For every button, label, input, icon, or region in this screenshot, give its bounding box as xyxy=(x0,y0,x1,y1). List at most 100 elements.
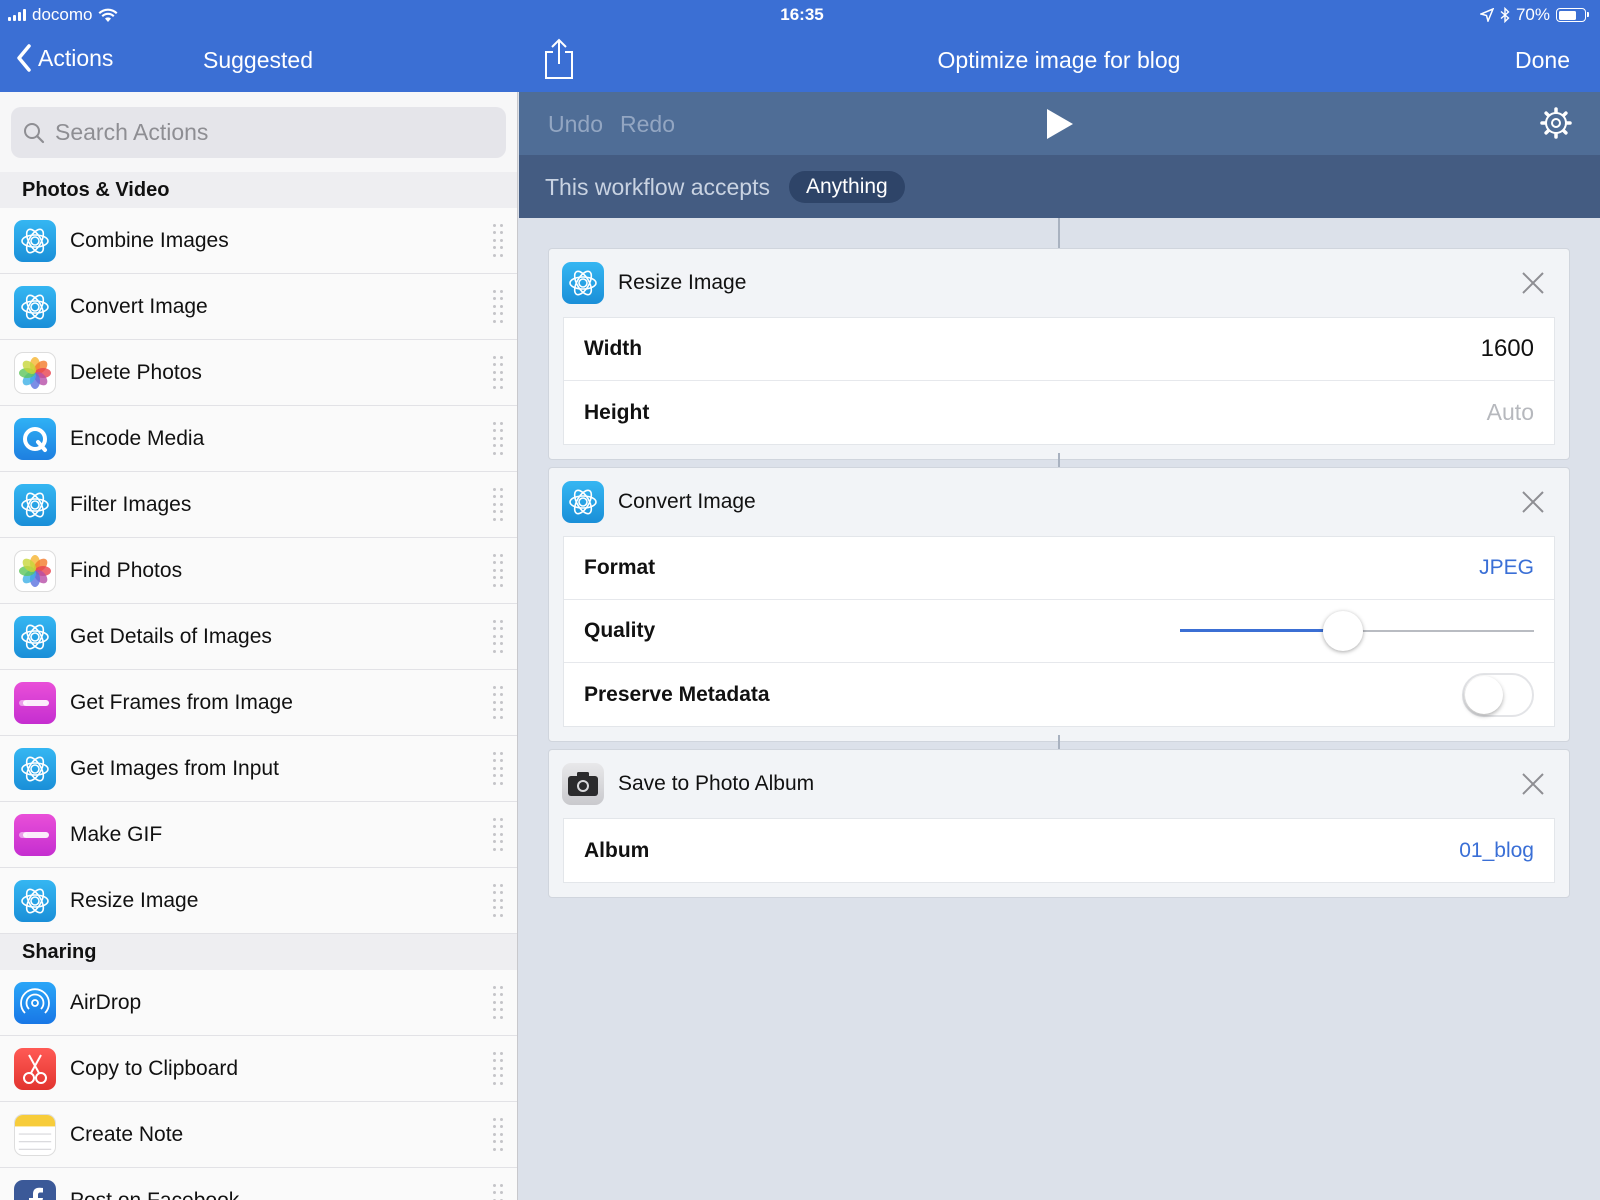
workflow-canvas: Resize Image Width 1600 Height Auto Conv… xyxy=(519,218,1600,1200)
search-container xyxy=(0,92,517,172)
action-item-make-gif[interactable]: Make GIF xyxy=(0,802,517,868)
drag-handle-icon[interactable] xyxy=(493,422,503,456)
parameters: Format JPEG Quality Preserve Metadata xyxy=(563,536,1555,727)
format-value[interactable]: JPEG xyxy=(1479,556,1534,580)
connector-line xyxy=(1058,218,1060,248)
drag-handle-icon[interactable] xyxy=(493,356,503,390)
action-item-create-note[interactable]: Create Note xyxy=(0,1102,517,1168)
action-card-resize-image[interactable]: Resize Image Width 1600 Height Auto xyxy=(548,248,1570,460)
param-label: Preserve Metadata xyxy=(584,682,770,706)
action-item-convert-image[interactable]: Convert Image xyxy=(0,274,517,340)
card-header: Convert Image xyxy=(549,468,1569,536)
action-item-airdrop[interactable]: AirDrop xyxy=(0,970,517,1036)
action-item-label: Filter Images xyxy=(70,492,192,516)
drag-handle-icon[interactable] xyxy=(493,686,503,720)
gif-icon xyxy=(14,681,56,724)
remove-action-button[interactable] xyxy=(1521,271,1545,300)
search-input[interactable] xyxy=(55,119,475,146)
action-card-save-to-photo-album[interactable]: Save to Photo Album Album 01_blog xyxy=(548,749,1570,898)
param-format[interactable]: Format JPEG xyxy=(564,537,1554,600)
image-flower-icon xyxy=(14,219,56,262)
drag-handle-icon[interactable] xyxy=(493,752,503,786)
done-button[interactable]: Done xyxy=(1515,47,1570,74)
image-flower-icon xyxy=(562,262,604,304)
param-label: Height xyxy=(584,400,650,424)
action-item-get-frames-from-image[interactable]: Get Frames from Image xyxy=(0,670,517,736)
connector-line xyxy=(1058,735,1060,749)
search-icon xyxy=(24,122,45,143)
play-icon xyxy=(1047,109,1073,139)
drag-handle-icon[interactable] xyxy=(493,620,503,654)
chevron-left-icon xyxy=(17,44,31,72)
remove-action-button[interactable] xyxy=(1521,490,1545,519)
drag-handle-icon[interactable] xyxy=(493,1052,503,1086)
drag-handle-icon[interactable] xyxy=(493,884,503,918)
action-item-find-photos[interactable]: Find Photos xyxy=(0,538,517,604)
action-item-get-details-of-images[interactable]: Get Details of Images xyxy=(0,604,517,670)
back-button[interactable]: Actions xyxy=(16,44,113,72)
image-flower-icon xyxy=(14,879,56,922)
parameters: Width 1600 Height Auto xyxy=(563,317,1555,445)
card-title: Convert Image xyxy=(618,490,756,513)
drag-handle-icon[interactable] xyxy=(493,290,503,324)
width-value[interactable]: 1600 xyxy=(1481,335,1534,363)
action-item-combine-images[interactable]: Combine Images xyxy=(0,208,517,274)
action-item-label: Make GIF xyxy=(70,822,163,846)
battery-icon xyxy=(1556,8,1589,22)
height-value[interactable]: Auto xyxy=(1487,399,1534,426)
action-item-label: Copy to Clipboard xyxy=(70,1056,239,1080)
action-item-label: Find Photos xyxy=(70,558,183,582)
drag-handle-icon[interactable] xyxy=(493,554,503,588)
drag-handle-icon[interactable] xyxy=(493,224,503,258)
drag-handle-icon[interactable] xyxy=(493,986,503,1020)
action-item-label: Combine Images xyxy=(70,228,229,252)
card-title: Resize Image xyxy=(618,271,747,294)
location-icon xyxy=(1479,8,1494,22)
accepts-type-pill[interactable]: Anything xyxy=(789,171,905,203)
bluetooth-icon xyxy=(1500,7,1510,23)
param-width[interactable]: Width 1600 xyxy=(564,318,1554,381)
param-label: Width xyxy=(584,337,643,360)
image-flower-icon xyxy=(14,483,56,526)
drag-handle-icon[interactable] xyxy=(493,1118,503,1152)
album-value[interactable]: 01_blog xyxy=(1459,839,1534,863)
drag-handle-icon[interactable] xyxy=(493,1184,503,1200)
section-header: Sharing xyxy=(0,934,517,970)
search-field[interactable] xyxy=(11,107,506,158)
undo-button[interactable]: Undo xyxy=(548,111,603,138)
remove-action-button[interactable] xyxy=(1521,772,1545,801)
action-item-post-on-facebook[interactable]: Post on Facebook xyxy=(0,1168,517,1200)
suggested-tab[interactable]: Suggested xyxy=(203,47,313,74)
settings-button[interactable] xyxy=(1540,107,1572,144)
connector-line xyxy=(1058,453,1060,467)
actions-list: Photos & Video Combine Images Convert Imag… xyxy=(0,172,517,1200)
action-card-convert-image[interactable]: Convert Image Format JPEG Quality Preser… xyxy=(548,467,1570,742)
quality-slider[interactable] xyxy=(1180,611,1534,651)
drag-handle-icon[interactable] xyxy=(493,488,503,522)
actions-sidebar: Photos & Video Combine Images Convert Imag… xyxy=(0,92,518,1200)
action-item-encode-media[interactable]: Encode Media xyxy=(0,406,517,472)
action-item-delete-photos[interactable]: Delete Photos xyxy=(0,340,517,406)
preserve-metadata-toggle[interactable] xyxy=(1462,672,1534,717)
action-item-copy-to-clipboard[interactable]: Copy to Clipboard xyxy=(0,1036,517,1102)
action-item-get-images-from-input[interactable]: Get Images from Input xyxy=(0,736,517,802)
battery-percent: 70% xyxy=(1515,5,1550,24)
slider-knob[interactable] xyxy=(1322,611,1363,651)
param-height[interactable]: Height Auto xyxy=(564,381,1554,444)
param-album[interactable]: Album 01_blog xyxy=(564,819,1554,882)
action-item-label: Get Frames from Image xyxy=(70,690,293,714)
action-item-filter-images[interactable]: Filter Images xyxy=(0,472,517,538)
status-bar: docomo 16:35 70% xyxy=(0,0,1600,30)
action-item-resize-image[interactable]: Resize Image xyxy=(0,868,517,934)
drag-handle-icon[interactable] xyxy=(493,818,503,852)
redo-button[interactable]: Redo xyxy=(620,111,675,138)
accepts-label: This workflow accepts xyxy=(545,174,770,200)
run-button[interactable] xyxy=(1045,108,1075,145)
top-bar: docomo 16:35 70% Actions Suggested Optim… xyxy=(0,0,1600,92)
scissors-icon xyxy=(14,1047,56,1090)
action-item-label: Post on Facebook xyxy=(70,1188,240,1200)
image-flower-icon xyxy=(14,285,56,328)
section-header: Photos & Video xyxy=(0,172,517,208)
toggle-knob xyxy=(1465,675,1503,714)
action-item-label: Get Images from Input xyxy=(70,756,279,780)
